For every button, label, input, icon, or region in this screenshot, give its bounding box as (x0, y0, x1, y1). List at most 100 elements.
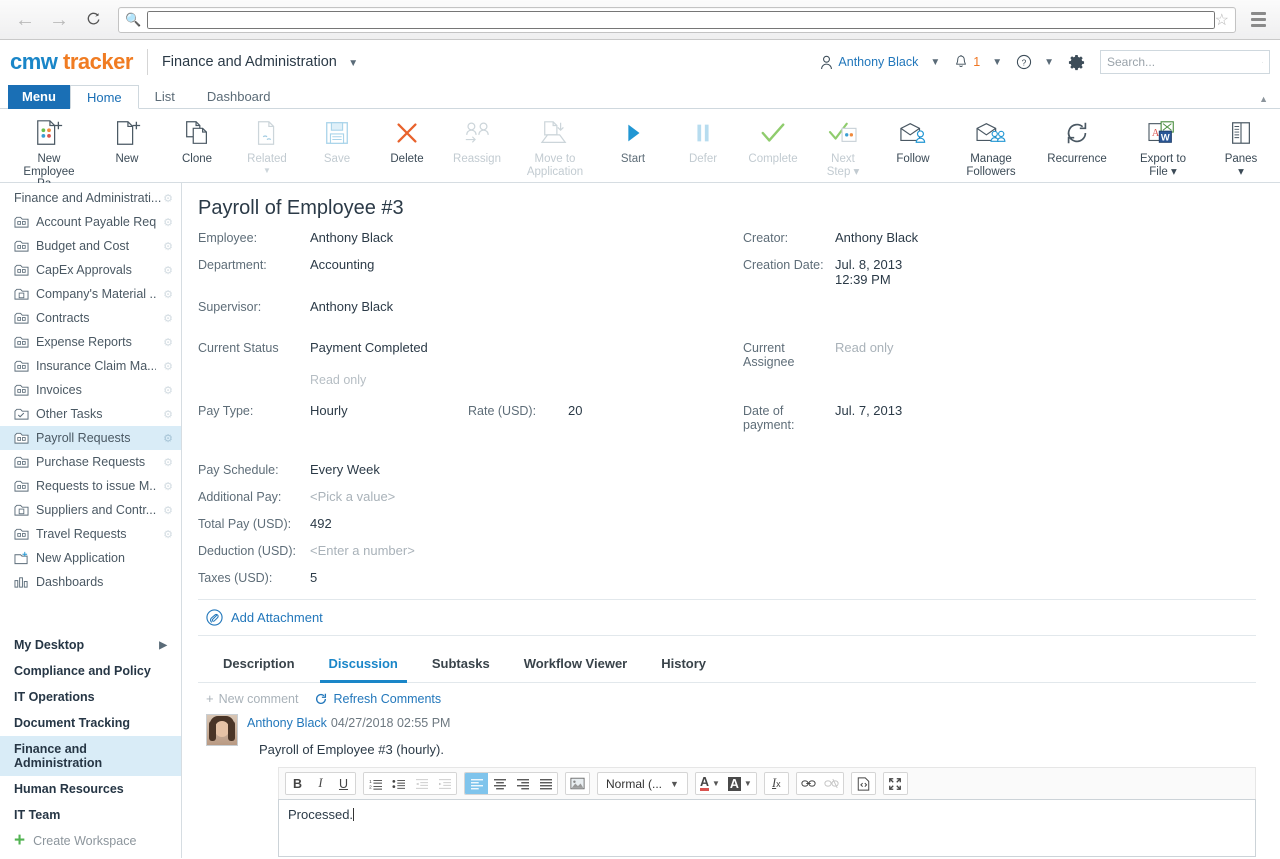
sidebar-item-travel-requests[interactable]: Travel Requests ⚙ (0, 522, 181, 546)
toolbar-clone-button[interactable]: Clone (162, 113, 232, 166)
field-value[interactable]: Anthony Black (310, 299, 393, 314)
field-value[interactable]: Accounting (310, 257, 374, 272)
forward-arrow-icon[interactable]: → (42, 5, 76, 35)
sidebar-item-invoices[interactable]: Invoices ⚙ (0, 378, 181, 402)
workspace-item-document-tracking[interactable]: Document Tracking (0, 710, 181, 736)
gear-icon[interactable]: ⚙ (163, 384, 173, 397)
toolbar-export-to-file-button[interactable]: AW Export to File ▾ (1120, 113, 1206, 178)
create-workspace-button[interactable]: + Create Workspace (0, 828, 181, 854)
workspace-item-finance-and-administration[interactable]: Finance and Administration (0, 736, 181, 776)
unlink-button[interactable] (819, 773, 843, 794)
field-value[interactable]: Every Week (310, 462, 380, 477)
workspace-selector[interactable]: Finance and Administration ▼ (162, 53, 358, 71)
gear-icon[interactable]: ⚙ (163, 288, 173, 301)
toolbar-panes-button[interactable]: Panes ▾ (1206, 113, 1276, 178)
bold-button[interactable]: B (286, 773, 309, 794)
user-name-link[interactable]: Anthony Black (838, 55, 918, 69)
browser-menu-icon[interactable] (1244, 12, 1272, 27)
gear-icon[interactable]: ⚙ (163, 312, 173, 325)
new-comment-button[interactable]: + New comment (206, 691, 298, 706)
toolbar-reassign-button[interactable]: Reassign (442, 113, 512, 166)
insert-link-button[interactable] (796, 773, 820, 794)
tab-discussion[interactable]: Discussion (312, 644, 415, 683)
user-menu[interactable]: Anthony Black ▼ (813, 55, 947, 70)
align-left-button[interactable] (465, 773, 488, 794)
comment-textarea[interactable]: Processed. (278, 799, 1256, 857)
refresh-comments-button[interactable]: Refresh Comments (314, 692, 441, 706)
url-bar[interactable]: 🔍 ☆ (118, 6, 1236, 33)
workspace-item-it-team[interactable]: IT Team (0, 802, 181, 828)
sidebar-item-requests-to-issue-m[interactable]: Requests to issue M... ⚙ (0, 474, 181, 498)
underline-button[interactable]: U (332, 773, 355, 794)
align-center-button[interactable] (488, 773, 511, 794)
sidebar-item-new-application[interactable]: New Application (0, 546, 181, 570)
reload-icon[interactable] (76, 5, 110, 35)
italic-button[interactable]: I (309, 773, 332, 794)
toolbar-start-button[interactable]: Start (598, 113, 668, 166)
sidebar-item-company-s-material[interactable]: Company's Material ... ⚙ (0, 282, 181, 306)
gear-icon[interactable]: ⚙ (163, 240, 173, 253)
tab-description[interactable]: Description (206, 644, 312, 682)
toolbar-new-button[interactable]: New (92, 113, 162, 166)
paragraph-format-select[interactable]: Normal (... ▼ (597, 772, 688, 795)
gear-icon[interactable]: ⚙ (163, 456, 173, 469)
toolbar-related-button[interactable]: Related ▼ (232, 113, 302, 175)
sidebar-item-capex-approvals[interactable]: CapEx Approvals ⚙ (0, 258, 181, 282)
comment-author[interactable]: Anthony Black (247, 716, 327, 730)
gear-icon[interactable]: ⚙ (163, 504, 173, 517)
gear-icon[interactable]: ⚙ (163, 192, 173, 205)
field-value[interactable]: Anthony Black (310, 230, 393, 245)
align-justify-button[interactable] (534, 773, 557, 794)
sidebar-item-payroll-requests[interactable]: Payroll Requests ⚙ (0, 426, 181, 450)
remove-format-button[interactable]: Ix (764, 773, 788, 794)
toolbar-delete-button[interactable]: Delete (372, 113, 442, 166)
ribbon-tab-dashboard[interactable]: Dashboard (191, 85, 287, 109)
collapse-ribbon-chevron-up-icon[interactable]: ▲ (1259, 94, 1268, 104)
toolbar-recurrence-button[interactable]: Recurrence (1034, 113, 1120, 166)
sidebar-item-other-tasks[interactable]: Other Tasks ⚙ (0, 402, 181, 426)
tab-subtasks[interactable]: Subtasks (415, 644, 507, 682)
field-value[interactable]: Hourly (310, 403, 348, 418)
toolbar-move-to-application-button[interactable]: Move to Application (512, 113, 598, 178)
gear-icon[interactable]: ⚙ (163, 408, 173, 421)
fullscreen-button[interactable] (883, 773, 907, 794)
sidebar-item-suppliers-and-contr[interactable]: Suppliers and Contr... ⚙ (0, 498, 181, 522)
sidebar-root-workspace[interactable]: Finance and Administrati... ⚙ (0, 187, 181, 210)
background-color-button[interactable]: A ▼ (723, 773, 756, 794)
help-menu[interactable]: ? ▼ (1009, 54, 1061, 70)
settings-button[interactable] (1061, 54, 1092, 71)
increase-indent-button[interactable] (433, 773, 456, 794)
back-arrow-icon[interactable]: ← (8, 5, 42, 35)
bulleted-list-button[interactable] (387, 773, 410, 794)
gear-icon[interactable]: ⚙ (163, 528, 173, 541)
align-right-button[interactable] (511, 773, 534, 794)
toolbar-manage-followers-button[interactable]: Manage Followers (948, 113, 1034, 178)
gear-icon[interactable]: ⚙ (163, 264, 173, 277)
toolbar-save-button[interactable]: Save (302, 113, 372, 166)
field-value[interactable]: 20 (568, 403, 582, 418)
workspace-item-compliance-and-policy[interactable]: Compliance and Policy (0, 658, 181, 684)
field-value[interactable]: 5 (310, 570, 317, 585)
numbered-list-button[interactable]: 12 (364, 773, 387, 794)
sidebar-item-insurance-claim-ma[interactable]: Insurance Claim Ma... ⚙ (0, 354, 181, 378)
workspace-item-human-resources[interactable]: Human Resources (0, 776, 181, 802)
source-code-button[interactable] (851, 773, 875, 794)
workspace-item-my-desktop[interactable]: My Desktop ▶ (0, 632, 181, 658)
notifications-menu[interactable]: 1 ▼ (947, 54, 1009, 70)
search-box[interactable] (1100, 50, 1270, 74)
insert-image-button[interactable] (566, 773, 589, 794)
field-value[interactable]: 492 (310, 516, 332, 531)
gear-icon[interactable]: ⚙ (163, 432, 173, 445)
toolbar-next-step-button[interactable]: Next Step ▾ (808, 113, 878, 178)
sidebar-item-dashboards[interactable]: Dashboards (0, 570, 181, 594)
sidebar-item-expense-reports[interactable]: Expense Reports ⚙ (0, 330, 181, 354)
sidebar-item-account-payable-req[interactable]: Account Payable Req... ⚙ (0, 210, 181, 234)
workspace-item-it-operations[interactable]: IT Operations (0, 684, 181, 710)
add-attachment-link[interactable]: Add Attachment (231, 610, 323, 625)
app-logo[interactable]: cmw tracker (10, 49, 133, 75)
sidebar-item-contracts[interactable]: Contracts ⚙ (0, 306, 181, 330)
field-value[interactable]: Jul. 7, 2013 (835, 403, 902, 418)
bookmark-star-icon[interactable]: ☆ (1215, 10, 1229, 30)
url-input[interactable] (147, 10, 1215, 29)
toolbar-complete-button[interactable]: Complete (738, 113, 808, 166)
